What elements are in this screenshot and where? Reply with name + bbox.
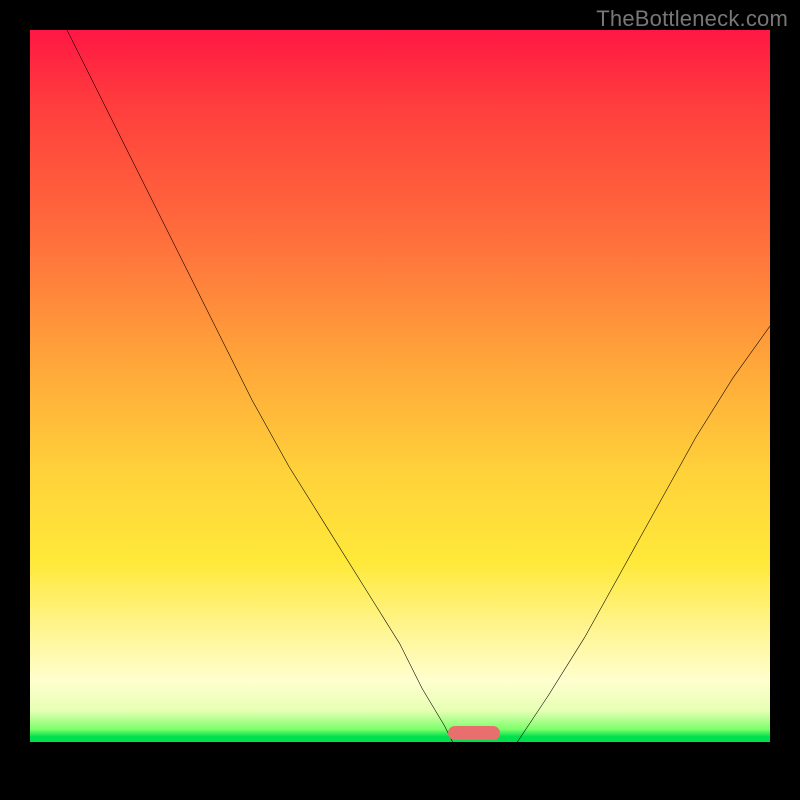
chart-frame: TheBottleneck.com [0,0,800,800]
curve-layer [30,30,770,770]
right-curve [496,326,770,770]
plot-area [30,30,770,770]
left-curve [67,30,467,770]
watermark-text: TheBottleneck.com [596,6,788,32]
bottleneck-marker [448,726,500,741]
